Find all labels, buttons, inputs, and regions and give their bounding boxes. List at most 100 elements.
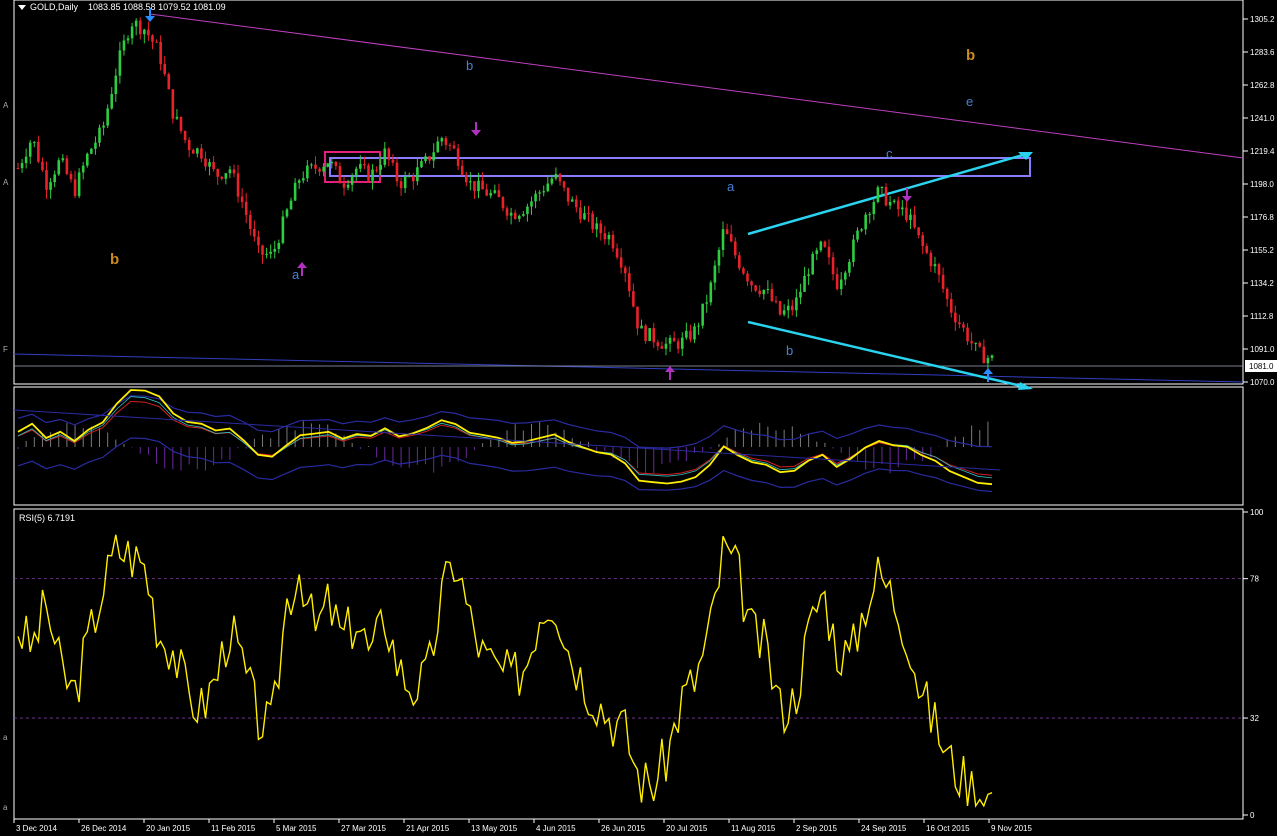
candle-body (383, 148, 387, 165)
candle-body (619, 257, 623, 268)
price-tick-label: 1241.0 (1250, 114, 1275, 123)
rsi-axis: 100 78 32 0 (1243, 508, 1264, 820)
candle-body (701, 303, 704, 326)
date-tick-label: 20 Jul 2015 (666, 824, 708, 833)
candle-body (196, 148, 199, 154)
candle-body (342, 183, 346, 188)
candle-body (306, 165, 309, 179)
candle-body (738, 255, 741, 269)
candle-body (281, 216, 285, 243)
wave-label: b (110, 251, 119, 268)
price-panel[interactable] (13, 0, 1244, 385)
rsi-panel[interactable] (13, 508, 1244, 820)
candle-body (901, 207, 904, 210)
candle-body (786, 305, 790, 311)
candle-body (448, 144, 452, 146)
candle-body (350, 175, 354, 185)
rsi-tick-label: 78 (1250, 575, 1259, 584)
candle-body (301, 178, 305, 181)
candle-body (941, 274, 945, 289)
candle-body (905, 207, 908, 221)
candle-body (627, 273, 631, 292)
candle-body (94, 142, 97, 149)
candle-body (183, 131, 187, 141)
candle-body (725, 229, 729, 235)
candle-body (962, 324, 965, 328)
candle-body (917, 227, 920, 236)
chart-window[interactable]: GOLD,Daily 1083.85 1088.58 1079.52 1081.… (0, 0, 1277, 836)
candle-body (155, 41, 158, 43)
candle-body (839, 279, 843, 290)
candle-body (791, 305, 794, 311)
candle-body (575, 199, 578, 208)
candle-body (367, 165, 370, 181)
candle-body (497, 190, 501, 198)
candle-body (550, 178, 554, 184)
candle-body (534, 193, 537, 202)
candle-body (334, 161, 338, 167)
candle-body (913, 214, 916, 228)
candle-body (375, 169, 378, 171)
candle-body (758, 290, 762, 295)
candle-body (310, 164, 313, 166)
price-tick-label: 1134.2 (1250, 279, 1274, 288)
candle-body (522, 214, 525, 216)
wave-label: e (966, 94, 973, 109)
candle-body (982, 346, 986, 364)
candle-body (224, 173, 228, 179)
candle-body (391, 159, 395, 163)
candle-body (436, 141, 440, 153)
candle-body (713, 265, 717, 283)
candle-body (37, 141, 40, 162)
candle-body (61, 158, 65, 161)
candle-body (49, 182, 52, 190)
candle-body (354, 168, 358, 176)
candle-body (921, 235, 925, 247)
candle-body (220, 176, 224, 179)
candle-body (954, 312, 957, 323)
price-tick-label: 1283.6 (1250, 48, 1275, 57)
candle-body (929, 252, 933, 267)
candle-body (949, 299, 953, 313)
candle-body (966, 327, 969, 342)
candle-body (831, 257, 835, 275)
candle-body (363, 163, 366, 166)
price-axis: 1305.2 1283.6 1262.8 1241.0 1219.4 1198.0 1176… (1243, 15, 1275, 387)
price-tick-label: 1305.2 (1250, 15, 1275, 24)
candle-body (717, 249, 721, 266)
candle-body (420, 161, 423, 168)
candle-body (860, 229, 863, 231)
candle-body (640, 325, 643, 329)
candle-body (607, 234, 611, 240)
indicator-panel[interactable] (13, 386, 1244, 506)
candle-body (680, 337, 684, 349)
candle-body (273, 248, 277, 252)
candle-body (106, 108, 109, 126)
candle-body (452, 145, 456, 149)
candle-body (98, 127, 101, 143)
candle-body (530, 201, 533, 207)
candle-body (432, 152, 435, 161)
candle-body (45, 170, 48, 190)
candle-body (387, 148, 391, 160)
candle-body (648, 328, 651, 341)
candle-body (85, 153, 89, 166)
candle-body (958, 322, 961, 325)
candle-body (848, 261, 851, 273)
candle-body (171, 89, 175, 119)
candle-body (65, 158, 69, 174)
candle-body (937, 264, 941, 275)
candle-body (41, 161, 44, 171)
candle-body (412, 176, 415, 182)
candle-body (986, 357, 990, 364)
candle-body (57, 160, 61, 175)
candle-body (733, 241, 737, 256)
price-tick-label: 1262.8 (1250, 81, 1275, 90)
candle-body (819, 241, 823, 251)
candle-body (587, 213, 590, 215)
candle-body (359, 163, 362, 169)
candle-body (538, 192, 541, 194)
svg-text:A: A (3, 178, 9, 187)
candle-body (623, 267, 627, 274)
candle-body (579, 207, 582, 220)
